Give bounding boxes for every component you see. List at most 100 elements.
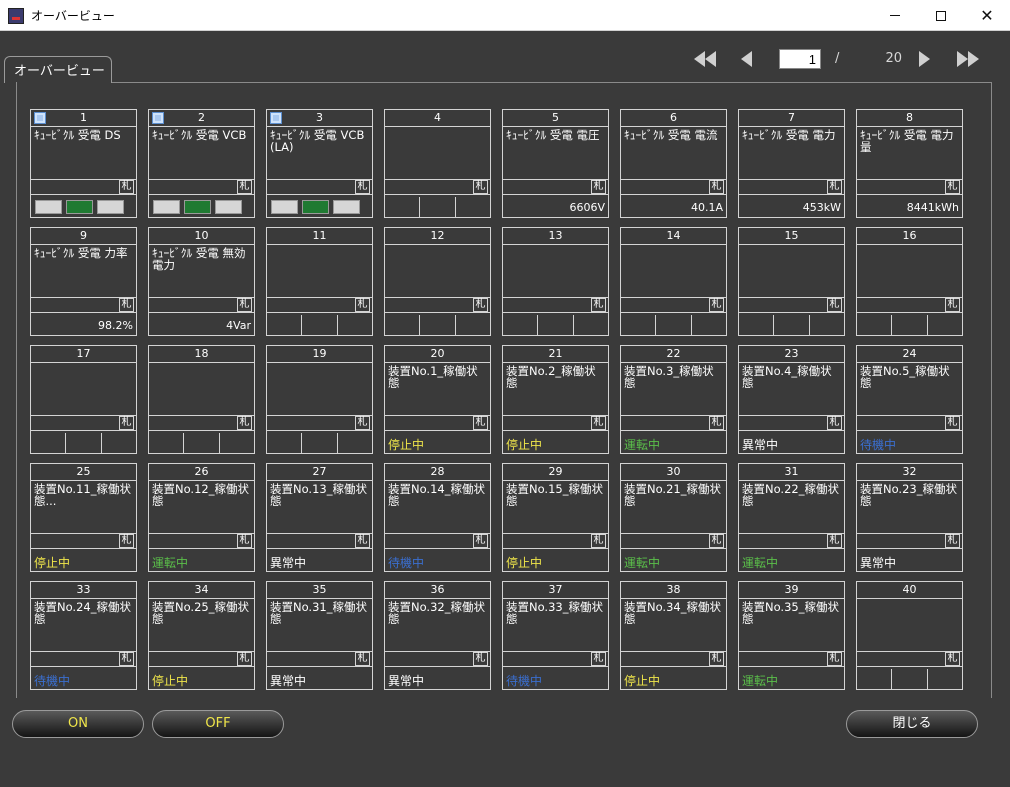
overview-tile[interactable]: 30 装置No.21_稼働状態札運転中 <box>620 463 727 572</box>
maximize-button[interactable] <box>918 0 964 31</box>
overview-tile[interactable]: 4札 <box>384 109 491 218</box>
tag-button[interactable]: 札 <box>709 652 724 666</box>
overview-tile[interactable]: 36 装置No.32_稼働状態札異常中 <box>384 581 491 690</box>
overview-tile[interactable]: 12 札 <box>384 227 491 336</box>
tag-button[interactable]: 札 <box>473 652 488 666</box>
overview-tile[interactable]: 1 ｷｭｰﾋﾞｸﾙ 受電 DS 札 <box>30 109 137 218</box>
tag-button[interactable]: 札 <box>473 298 488 312</box>
tag-button[interactable]: 札 <box>709 416 724 430</box>
indicator-off[interactable] <box>153 200 180 214</box>
tag-button[interactable]: 札 <box>237 180 252 194</box>
indicator-on[interactable] <box>302 200 329 214</box>
tile-checkbox[interactable] <box>34 112 46 124</box>
tag-button[interactable]: 札 <box>119 298 134 312</box>
overview-tile[interactable]: 31 装置No.22_稼働状態札運転中 <box>738 463 845 572</box>
indicator-off[interactable] <box>97 200 124 214</box>
tag-button[interactable]: 札 <box>945 534 960 548</box>
overview-tile[interactable]: 16 札 <box>856 227 963 336</box>
tag-button[interactable]: 札 <box>827 298 842 312</box>
overview-tile[interactable]: 17 札 <box>30 345 137 454</box>
indicator-off[interactable] <box>333 200 360 214</box>
tag-button[interactable]: 札 <box>237 652 252 666</box>
overview-tile[interactable]: 20 装置No.1_稼働状態札停止中 <box>384 345 491 454</box>
overview-tile[interactable]: 37 装置No.33_稼働状態札待機中 <box>502 581 609 690</box>
minimize-button[interactable] <box>872 0 918 31</box>
tag-button[interactable]: 札 <box>355 180 370 194</box>
tag-button[interactable]: 札 <box>473 416 488 430</box>
page-number-input[interactable] <box>779 49 821 69</box>
tag-button[interactable]: 札 <box>237 298 252 312</box>
last-page-button[interactable] <box>957 51 979 73</box>
tag-button[interactable]: 札 <box>119 180 134 194</box>
tag-button[interactable]: 札 <box>473 534 488 548</box>
overview-tile[interactable]: 3 ｷｭｰﾋﾞｸﾙ 受電 VCB(LA) 札 <box>266 109 373 218</box>
tag-button[interactable]: 札 <box>119 416 134 430</box>
tag-button[interactable]: 札 <box>945 180 960 194</box>
tag-button[interactable]: 札 <box>827 534 842 548</box>
tag-button[interactable]: 札 <box>473 180 488 194</box>
overview-tile[interactable]: 38 装置No.34_稼働状態札停止中 <box>620 581 727 690</box>
tab-overview[interactable]: オーバービュー <box>4 56 112 83</box>
tag-button[interactable]: 札 <box>709 298 724 312</box>
overview-tile[interactable]: 39 装置No.35_稼働状態札運転中 <box>738 581 845 690</box>
tag-button[interactable]: 札 <box>591 416 606 430</box>
overview-tile[interactable]: 32 装置No.23_稼働状態札異常中 <box>856 463 963 572</box>
overview-tile[interactable]: 24 装置No.5_稼働状態札待機中 <box>856 345 963 454</box>
overview-tile[interactable]: 15 札 <box>738 227 845 336</box>
close-button[interactable]: 閉じる <box>846 710 978 738</box>
tag-button[interactable]: 札 <box>591 652 606 666</box>
tag-button[interactable]: 札 <box>591 298 606 312</box>
tag-button[interactable]: 札 <box>827 652 842 666</box>
tag-button[interactable]: 札 <box>709 534 724 548</box>
prev-page-button[interactable] <box>741 51 752 73</box>
overview-tile[interactable]: 28 装置No.14_稼働状態札待機中 <box>384 463 491 572</box>
overview-tile[interactable]: 18 札 <box>148 345 255 454</box>
overview-tile[interactable]: 13 札 <box>502 227 609 336</box>
overview-tile[interactable]: 25 装置No.11_稼働状態... 札停止中 <box>30 463 137 572</box>
overview-tile[interactable]: 11 札 <box>266 227 373 336</box>
next-page-button[interactable] <box>919 51 930 73</box>
overview-tile[interactable]: 5 ｷｭｰﾋﾞｸﾙ 受電 電圧札 6606V <box>502 109 609 218</box>
indicator-off[interactable] <box>35 200 62 214</box>
tag-button[interactable]: 札 <box>591 180 606 194</box>
overview-tile[interactable]: 27 装置No.13_稼働状態札異常中 <box>266 463 373 572</box>
tag-button[interactable]: 札 <box>945 652 960 666</box>
overview-tile[interactable]: 23 装置No.4_稼働状態札異常中 <box>738 345 845 454</box>
first-page-button[interactable] <box>694 51 716 73</box>
overview-tile[interactable]: 8 ｷｭｰﾋﾞｸﾙ 受電 電力量札 8441kWh <box>856 109 963 218</box>
tile-checkbox[interactable] <box>270 112 282 124</box>
tag-button[interactable]: 札 <box>591 534 606 548</box>
overview-tile[interactable]: 34 装置No.25_稼働状態札停止中 <box>148 581 255 690</box>
tag-button[interactable]: 札 <box>945 416 960 430</box>
overview-tile[interactable]: 22 装置No.3_稼働状態札運転中 <box>620 345 727 454</box>
overview-tile[interactable]: 6 ｷｭｰﾋﾞｸﾙ 受電 電流札 40.1A <box>620 109 727 218</box>
tag-button[interactable]: 札 <box>355 298 370 312</box>
on-button[interactable]: ON <box>12 710 144 738</box>
overview-tile[interactable]: 26 装置No.12_稼働状態札運転中 <box>148 463 255 572</box>
overview-tile[interactable]: 9 ｷｭｰﾋﾞｸﾙ 受電 力率札 98.2% <box>30 227 137 336</box>
overview-tile[interactable]: 19 札 <box>266 345 373 454</box>
indicator-off[interactable] <box>271 200 298 214</box>
tag-button[interactable]: 札 <box>945 298 960 312</box>
overview-tile[interactable]: 10 ｷｭｰﾋﾞｸﾙ 受電 無効電力札 4Var <box>148 227 255 336</box>
overview-tile[interactable]: 40 札 <box>856 581 963 690</box>
tag-button[interactable]: 札 <box>355 534 370 548</box>
tag-button[interactable]: 札 <box>827 416 842 430</box>
overview-tile[interactable]: 33 装置No.24_稼働状態札待機中 <box>30 581 137 690</box>
tag-button[interactable]: 札 <box>119 652 134 666</box>
overview-tile[interactable]: 7 ｷｭｰﾋﾞｸﾙ 受電 電力札 453kW <box>738 109 845 218</box>
overview-tile[interactable]: 21 装置No.2_稼働状態札停止中 <box>502 345 609 454</box>
tag-button[interactable]: 札 <box>709 180 724 194</box>
overview-tile[interactable]: 29 装置No.15_稼働状態札停止中 <box>502 463 609 572</box>
indicator-on[interactable] <box>184 200 211 214</box>
tag-button[interactable]: 札 <box>355 652 370 666</box>
indicator-on[interactable] <box>66 200 93 214</box>
off-button[interactable]: OFF <box>152 710 284 738</box>
tag-button[interactable]: 札 <box>355 416 370 430</box>
tile-checkbox[interactable] <box>152 112 164 124</box>
window-close-button[interactable]: ✕ <box>964 0 1010 31</box>
overview-tile[interactable]: 2 ｷｭｰﾋﾞｸﾙ 受電 VCB 札 <box>148 109 255 218</box>
tag-button[interactable]: 札 <box>827 180 842 194</box>
overview-tile[interactable]: 35 装置No.31_稼働状態札異常中 <box>266 581 373 690</box>
tag-button[interactable]: 札 <box>237 416 252 430</box>
